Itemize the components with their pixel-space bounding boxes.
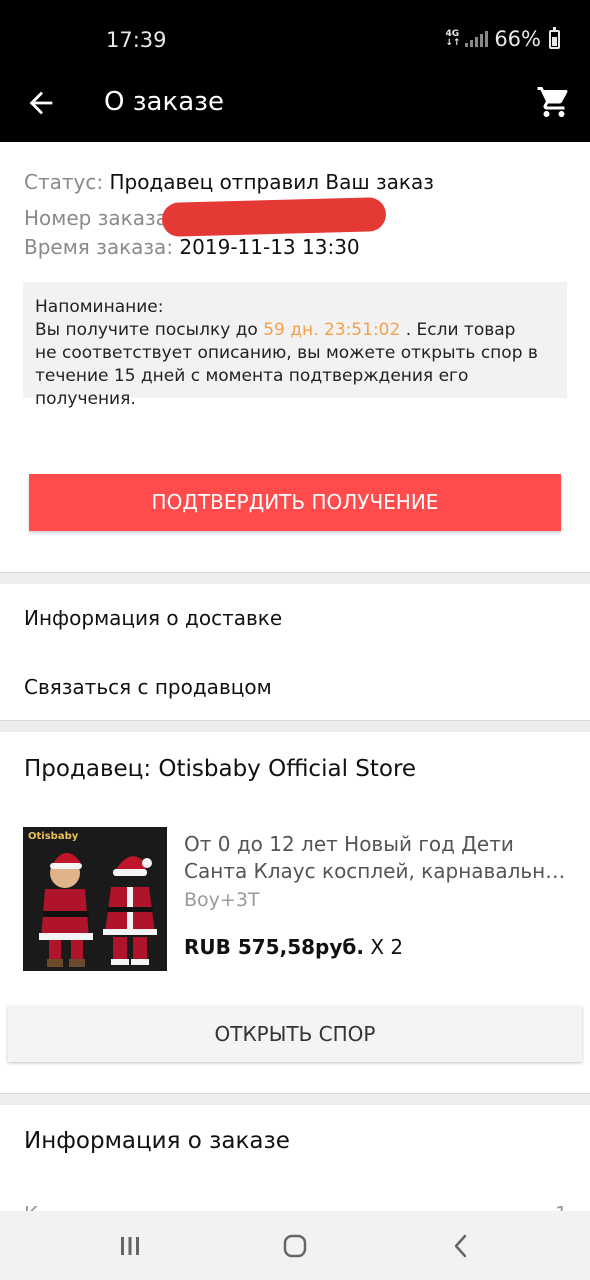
reminder-line-1: Вы получите посылку до 59 дн. 23:51:02 .… [35,320,516,340]
order-status-row: Статус: Продавец отправил Ваш заказ [24,170,434,194]
product-title[interactable]: От 0 до 12 лет Новый год Дети Санта Клау… [184,831,570,885]
order-status-value: Продавец отправил Ваш заказ [109,170,434,194]
cart-icon[interactable] [536,84,572,120]
seller-name[interactable]: Продавец: Otisbaby Official Store [24,756,416,782]
order-time-row: Время заказа: 2019-11-13 13:30 [24,235,360,259]
status-indicators: 4G ↓↑ 66% [445,26,560,51]
nav-back-icon[interactable] [446,1231,476,1261]
status-bar: 17:39 4G ↓↑ 66% [0,0,590,72]
status-time: 17:39 [106,28,167,52]
delivery-info-link[interactable]: Информация о доставке [24,606,282,630]
system-nav-bar [0,1211,590,1280]
home-icon[interactable] [280,1231,310,1261]
santa-costume-illustration [39,852,157,967]
arrow-back-icon[interactable] [24,86,58,120]
order-info-title: Информация о заказе [24,1128,290,1154]
product-image[interactable]: Otisbaby [23,827,167,971]
network-type-indicator: 4G ↓↑ [445,29,461,48]
reminder-heading: Напоминание: [35,297,164,317]
product-quantity: X 2 [370,935,404,959]
product-price: RUB 575,58руб. [184,935,364,959]
order-time-value: 2019-11-13 13:30 [179,235,360,259]
section-divider [0,1093,590,1105]
recents-icon[interactable] [115,1231,145,1261]
order-status-label: Статус: [24,170,104,194]
redaction-mark [161,197,387,237]
section-divider [0,572,590,584]
contact-seller-link[interactable]: Связаться с продавцом [24,675,272,699]
reminder-box: Напоминание: Вы получите посылку до 59 д… [23,282,567,409]
product-price-row: RUB 575,58руб. X 2 [184,935,403,959]
reminder-line-2: не соответствует описанию, вы можете отк… [35,343,538,363]
battery-percent: 66% [494,27,541,51]
order-time-label: Время заказа: [24,235,174,259]
section-divider [0,720,590,732]
confirm-receipt-button[interactable]: ПОДТВЕРДИТЬ ПОЛУЧЕНИЕ [29,474,561,531]
order-number-label: Номер заказа: [24,206,175,230]
signal-icon [465,31,489,47]
product-image-brand: Otisbaby [28,831,79,842]
app-bar: О заказе [0,72,590,142]
open-dispute-button[interactable]: ОТКРЫТЬ СПОР [8,1006,582,1062]
battery-icon [549,26,560,49]
countdown-timer: 59 дн. 23:51:02 [263,320,401,340]
product-variant: Boy+3T [184,889,260,911]
page-title: О заказе [104,87,224,117]
order-number-row: Номер заказа: [24,206,175,230]
reminder-line-3: течение 15 дней с момента подтверждения … [35,366,469,409]
